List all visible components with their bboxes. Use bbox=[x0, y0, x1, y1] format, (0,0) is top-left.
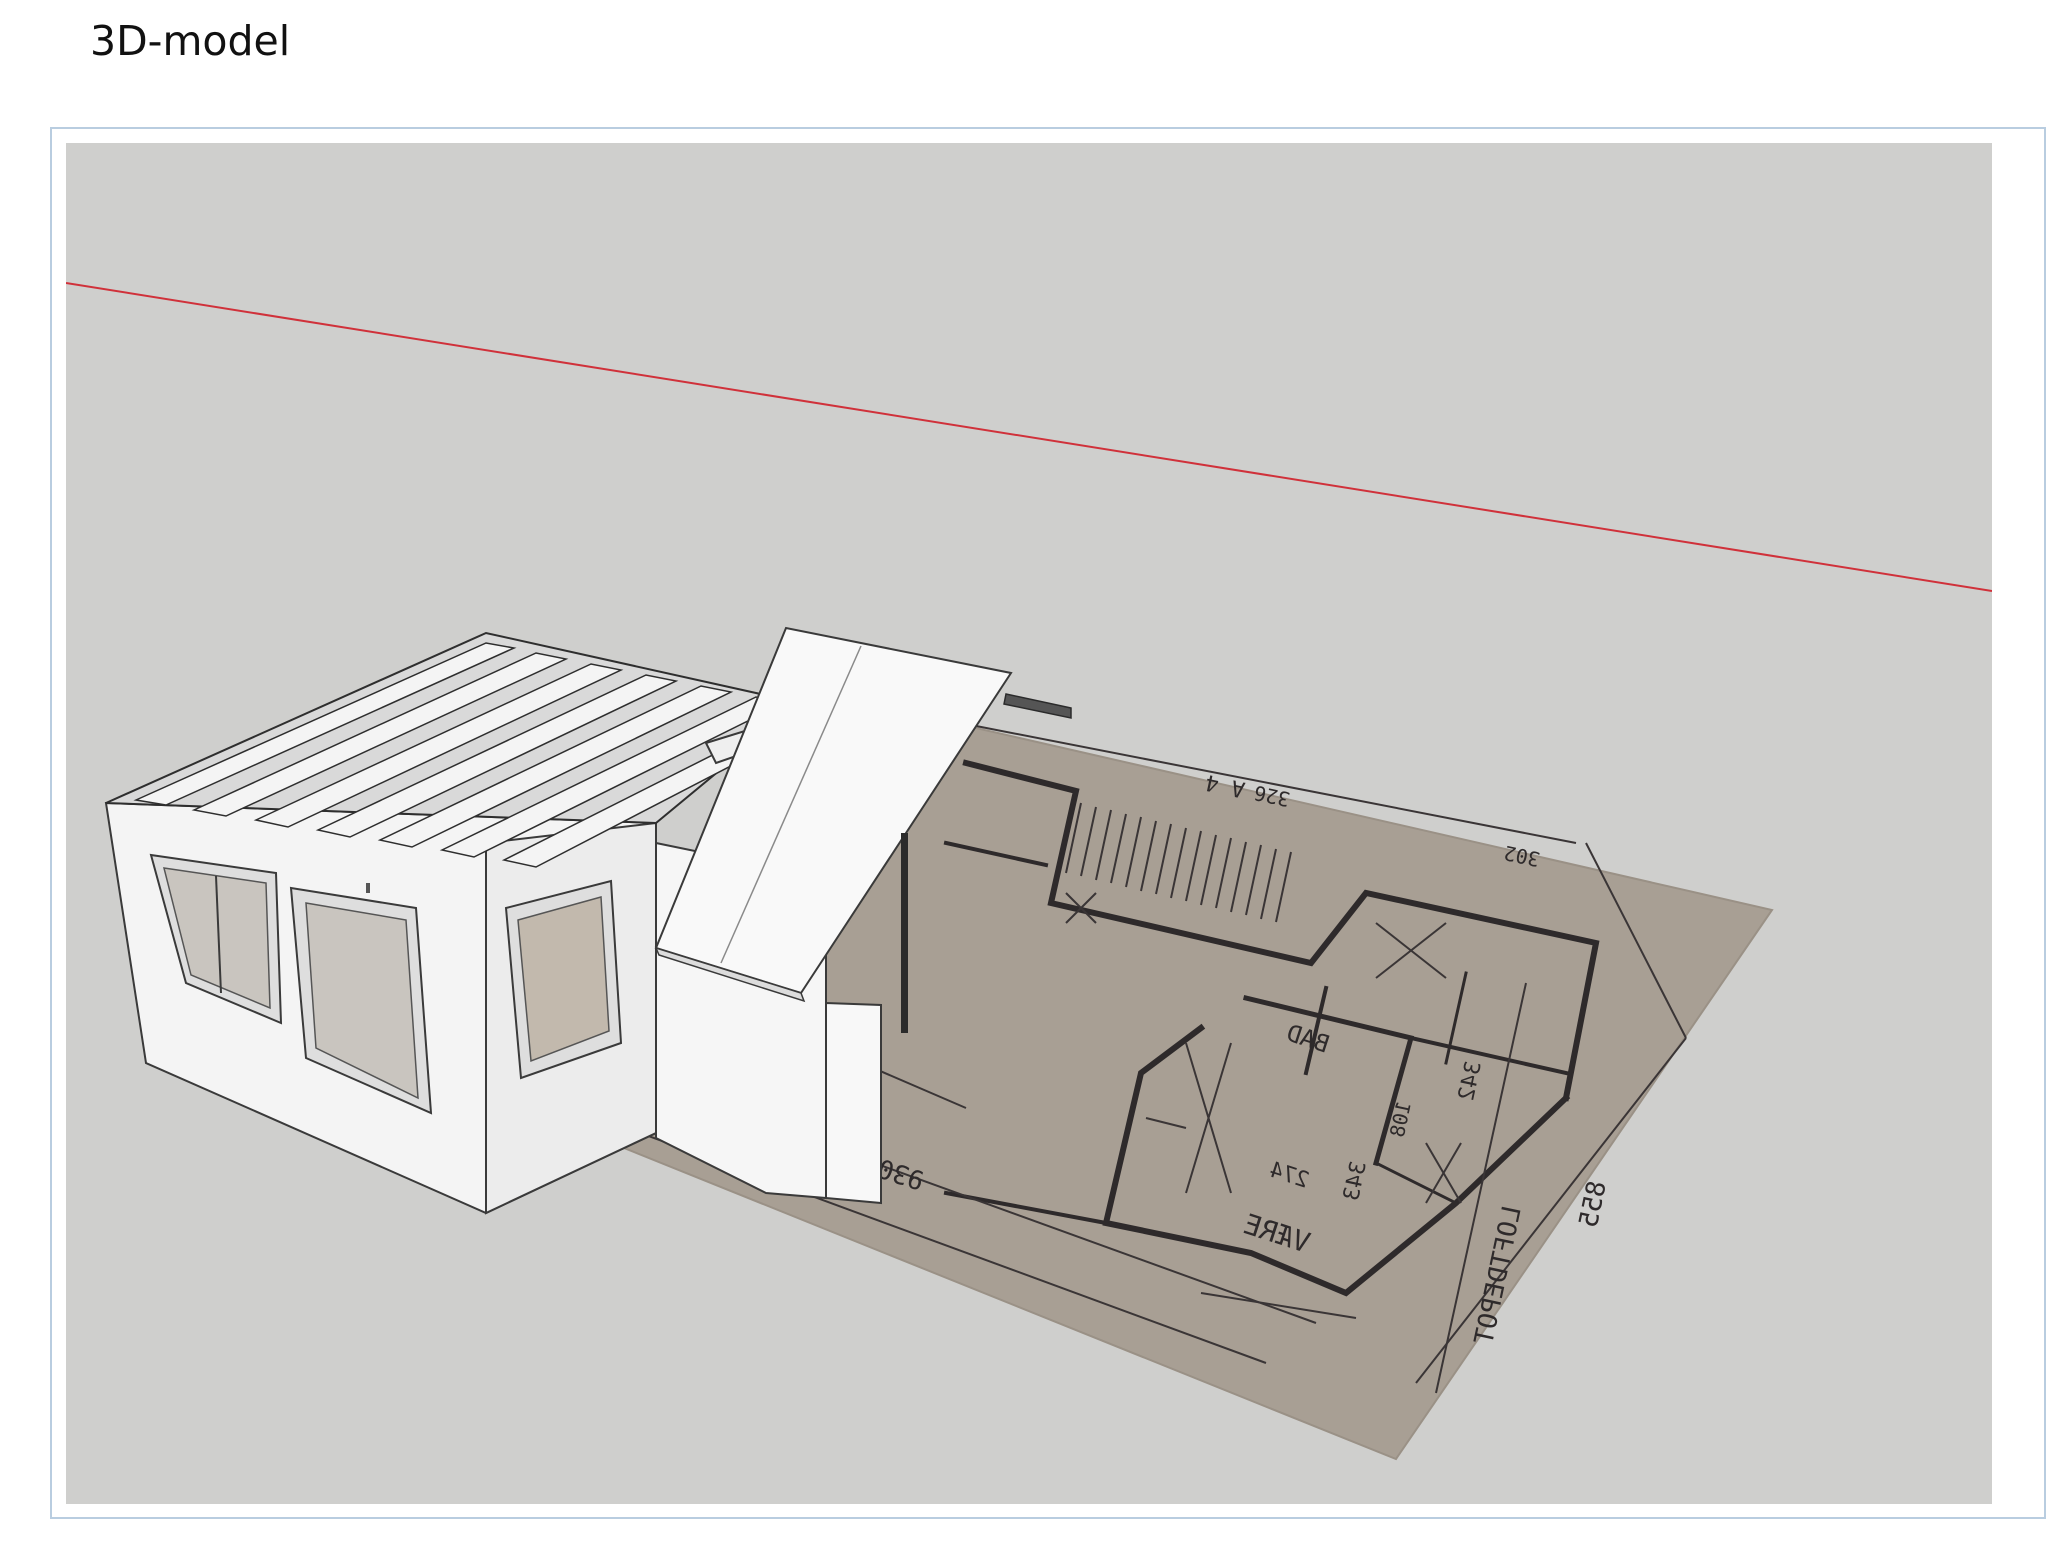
model-extension-end bbox=[825, 1001, 882, 1205]
3d-scene[interactable]: LOFTDEPOT 855 BAD VÆRE 274 343 342 108 3… bbox=[66, 143, 1992, 1504]
model-support-post bbox=[901, 833, 908, 1033]
3d-viewport[interactable]: LOFTDEPOT 855 BAD VÆRE 274 343 342 108 3… bbox=[66, 143, 1992, 1504]
model-marker bbox=[366, 883, 370, 893]
page-title: 3D-model bbox=[90, 17, 291, 65]
